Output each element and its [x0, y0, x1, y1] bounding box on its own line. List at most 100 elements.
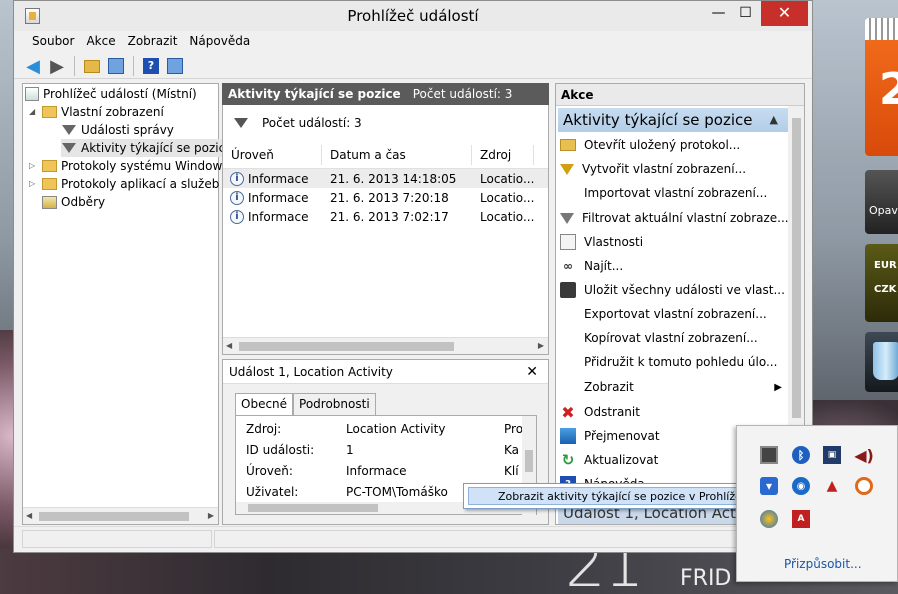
action-properties[interactable]: Vlastnosti — [558, 231, 786, 253]
bluetooth-icon[interactable]: ᛒ — [792, 446, 810, 464]
console-tree-shape — [108, 58, 124, 74]
column-header-level[interactable]: Úroveň — [223, 144, 322, 165]
action-filter-current-view[interactable]: Filtrovat aktuální vlastní zobraze... — [558, 207, 789, 229]
action-export-custom-view[interactable]: Exportovat vlastní zobrazení... — [558, 303, 786, 325]
column-header-source[interactable]: Zdroj — [472, 144, 534, 165]
tree-item-subscriptions[interactable]: Odběry — [42, 193, 105, 211]
action-open-saved-log[interactable]: Otevřít uložený protokol... — [558, 134, 786, 156]
tree-item-event-viewer-local[interactable]: Prohlížeč událostí (Místní) — [25, 85, 197, 103]
pdf-icon[interactable]: A — [792, 510, 810, 528]
scrollbar-thumb[interactable] — [792, 118, 801, 418]
folder-up-icon[interactable] — [82, 56, 102, 76]
scrollbar-thumb[interactable] — [239, 342, 454, 351]
show-hide-action-pane-icon[interactable] — [165, 56, 185, 76]
expand-arrow-icon[interactable]: ▷ — [29, 157, 39, 175]
tab-details[interactable]: Podrobnosti — [293, 393, 376, 415]
tree-item-windows-logs[interactable]: ▷ Protokoly systému Windows — [29, 157, 229, 175]
prop-label-level: Úroveň: — [246, 464, 293, 478]
actions-section-header[interactable]: Aktivity týkající se pozice ▲ — [558, 108, 788, 132]
close-icon[interactable]: ✕ — [526, 360, 538, 384]
action-save-all-events[interactable]: Uložit všechny události ve vlast... — [558, 279, 786, 301]
table-row[interactable]: i Informace 21. 6. 2013 14:18:05 Locatio.… — [223, 169, 548, 188]
scroll-right-icon[interactable]: ▶ — [538, 341, 544, 350]
grid-horizontal-scrollbar[interactable]: ◀ ▶ — [223, 337, 548, 354]
tree-horizontal-scrollbar[interactable]: ◀ ▶ — [23, 507, 218, 524]
show-hide-console-tree-icon[interactable] — [106, 56, 126, 76]
action-label: Filtrovat aktuální vlastní zobraze... — [582, 211, 789, 225]
forward-arrow-icon[interactable]: ▶ — [47, 56, 67, 77]
refresh-icon: ↻ — [561, 451, 575, 469]
action-delete[interactable]: ✖ Odstranit — [558, 401, 786, 423]
cell-level: i Informace — [223, 209, 322, 224]
scrollbar-thumb[interactable] — [39, 512, 189, 521]
scroll-left-icon[interactable]: ◀ — [26, 511, 32, 520]
tree-item-admin-events[interactable]: Události správy — [61, 121, 174, 139]
filter-count: Počet událostí: 3 — [262, 116, 362, 130]
tree-item-label: Vlastní zobrazení — [61, 105, 164, 119]
ring-icon[interactable] — [855, 477, 873, 495]
action-attach-task[interactable]: Přidružit k tomuto pohledu úlo... — [558, 351, 786, 373]
display-icon[interactable] — [760, 446, 778, 464]
level-text: Informace — [248, 171, 309, 186]
menu-akce[interactable]: Akce — [80, 31, 121, 53]
shield-icon[interactable]: ▾ — [760, 477, 778, 495]
title-bar[interactable]: Prohlížeč událostí — ☐ ✕ — [14, 1, 812, 31]
warning-icon[interactable]: ▲ — [823, 477, 841, 495]
action-create-custom-view[interactable]: Vytvořit vlastní zobrazení... — [558, 158, 786, 180]
column-header-datetime[interactable]: Datum a čas — [322, 144, 472, 165]
help-icon[interactable]: ? — [141, 56, 161, 76]
folder-icon — [42, 178, 57, 190]
location-icon[interactable]: ◉ — [792, 477, 810, 495]
network-icon[interactable]: ▣ — [823, 446, 841, 464]
scroll-left-icon[interactable]: ◀ — [226, 341, 232, 350]
tab-general[interactable]: Obecné — [235, 393, 294, 416]
action-import-custom-view[interactable]: Importovat vlastní zobrazení... — [558, 182, 786, 204]
status-bar — [14, 526, 812, 552]
action-label: Importovat vlastní zobrazení... — [584, 186, 768, 200]
action-label: Odstranit — [584, 405, 640, 419]
action-view[interactable]: Zobrazit ▶ — [558, 376, 786, 398]
cell-datetime: 21. 6. 2013 14:18:05 — [330, 171, 457, 186]
filter-icon — [62, 143, 76, 153]
table-row[interactable]: i Informace 21. 6. 2013 7:20:18 Locatio..… — [223, 188, 548, 207]
detail-tabs: Obecné Podrobnosti — [235, 393, 376, 416]
scrollbar-thumb[interactable] — [525, 450, 533, 472]
tree-item-location-activity[interactable]: Aktivity týkající se pozice — [61, 139, 237, 157]
binoculars-icon: ∞ — [563, 259, 573, 273]
rename-icon — [560, 428, 576, 444]
collapse-up-icon[interactable]: ▲ — [770, 108, 778, 132]
cell-datetime: 21. 6. 2013 7:02:17 — [330, 209, 449, 224]
action-find[interactable]: ∞ Najít... — [558, 255, 786, 277]
action-label: Otevřít uložený protokol... — [584, 138, 741, 152]
volume-icon[interactable]: ◀) — [854, 446, 874, 465]
back-arrow-icon[interactable]: ◀ — [23, 56, 43, 77]
menu-zobrazit[interactable]: Zobrazit — [122, 31, 184, 53]
close-button[interactable]: ✕ — [761, 1, 808, 26]
action-label: Vlastnosti — [584, 235, 644, 249]
table-row[interactable]: i Informace 21. 6. 2013 7:02:17 Locatio..… — [223, 207, 548, 226]
weather-gadget[interactable]: Opav — [865, 170, 898, 234]
customize-link[interactable]: Přizpůsobit... — [784, 557, 862, 571]
currency-gadget[interactable]: EUR CZK — [865, 244, 898, 322]
tree-item-custom-views[interactable]: ◢ Vlastní zobrazení — [29, 103, 164, 121]
tree-item-app-service-logs[interactable]: ▷ Protokoly aplikací a služeb — [29, 175, 219, 193]
action-copy-custom-view[interactable]: Kopírovat vlastní zobrazení... — [558, 327, 786, 349]
scroll-right-icon[interactable]: ▶ — [208, 511, 214, 520]
event-viewer-icon — [25, 87, 39, 101]
minimize-button[interactable]: — — [704, 1, 733, 26]
scrollbar-thumb[interactable] — [248, 504, 378, 512]
desktop-clock-day: FRID — [680, 566, 732, 591]
prop-extra-3: Klí — [504, 464, 519, 478]
prop-label-source: Zdroj: — [246, 422, 282, 436]
menu-soubor[interactable]: Soubor — [26, 31, 80, 53]
maximize-button[interactable]: ☐ — [731, 1, 760, 26]
delete-icon: ✖ — [561, 402, 575, 422]
browser-icon[interactable] — [760, 510, 778, 528]
action-label: Přejmenovat — [584, 429, 660, 443]
collapse-arrow-icon[interactable]: ◢ — [29, 103, 39, 121]
recycle-bin-icon[interactable] — [865, 332, 898, 392]
expand-arrow-icon[interactable]: ▷ — [29, 175, 39, 193]
calendar-gadget[interactable]: 2 — [865, 18, 898, 156]
menu-napoveda[interactable]: Nápověda — [183, 31, 256, 53]
folder-up-shape — [84, 59, 100, 73]
